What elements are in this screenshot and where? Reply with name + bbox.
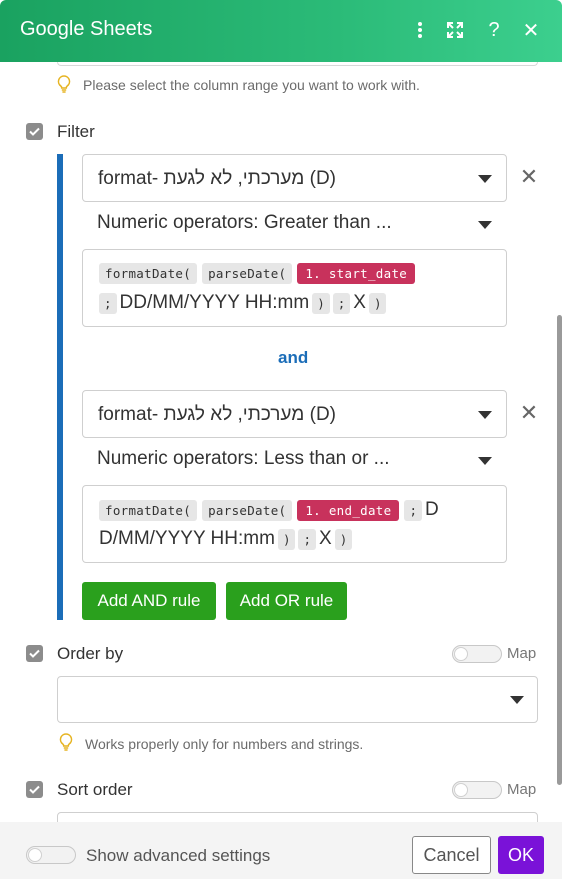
chevron-down-icon bbox=[478, 411, 492, 419]
modal-header: Google Sheets ? ✕ bbox=[0, 0, 562, 62]
modal-content: Please select the column range you want … bbox=[0, 62, 562, 822]
paren-pill[interactable]: ) bbox=[334, 528, 353, 550]
modal-footer: Show advanced settings Cancel OK bbox=[0, 822, 562, 879]
format-text: X bbox=[353, 292, 366, 313]
chevron-down-icon bbox=[510, 696, 524, 704]
order-by-select[interactable] bbox=[57, 676, 538, 723]
variable-token[interactable]: 1. end_date bbox=[297, 499, 400, 521]
cancel-button[interactable]: Cancel bbox=[412, 836, 491, 874]
order-by-map-label: Map bbox=[507, 645, 537, 662]
variable-token[interactable]: 1. start_date bbox=[297, 263, 416, 284]
rule1-column-value: format- מערכתי, לא לגעת (D) bbox=[98, 168, 337, 189]
order-by-collapse-checkbox[interactable] bbox=[26, 645, 43, 662]
toggle-knob bbox=[28, 848, 42, 862]
filter-label: Filter bbox=[57, 122, 95, 141]
ok-button[interactable]: OK bbox=[498, 836, 544, 874]
more-vertical-icon[interactable] bbox=[407, 16, 433, 44]
toggle-knob bbox=[454, 783, 468, 797]
order-by-map-toggle[interactable] bbox=[452, 645, 502, 663]
paren-pill[interactable]: ) bbox=[312, 292, 330, 314]
lightbulb-icon bbox=[59, 733, 73, 751]
format-text: D bbox=[424, 499, 439, 520]
filter-collapse-checkbox[interactable] bbox=[26, 123, 43, 140]
rule2-expr-line2: D/MM/YYYY HH:mm ) ; X ) bbox=[99, 528, 355, 550]
expand-icon[interactable] bbox=[442, 16, 468, 44]
modal-title: Google Sheets bbox=[20, 18, 153, 40]
column-range-select[interactable] bbox=[57, 62, 538, 66]
paren-pill[interactable]: ) bbox=[368, 292, 387, 314]
rule1-remove-icon[interactable]: ✕ bbox=[519, 166, 539, 188]
function-pill[interactable]: parseDate( bbox=[202, 499, 293, 521]
format-text: X bbox=[319, 528, 332, 549]
separator-pill[interactable]: ; bbox=[298, 528, 316, 550]
separator-pill[interactable]: ; bbox=[332, 292, 351, 314]
advanced-settings-label: Show advanced settings bbox=[86, 846, 271, 865]
function-pill[interactable]: formatDate( bbox=[99, 263, 198, 284]
rule1-column-select[interactable]: format- מערכתי, לא לגעת (D) bbox=[82, 154, 507, 202]
close-icon[interactable]: ✕ bbox=[518, 16, 544, 44]
chevron-down-icon bbox=[478, 175, 492, 183]
rule1-operator-value: Numeric operators: Greater than ... bbox=[97, 212, 392, 233]
and-connector: and bbox=[278, 348, 309, 367]
sort-order-map-toggle[interactable] bbox=[452, 781, 502, 799]
add-or-rule-button[interactable]: Add OR rule bbox=[226, 582, 347, 620]
rule2-operator-select[interactable]: Numeric operators: Less than or ... bbox=[82, 445, 507, 475]
rule1-expr-line1: formatDate( parseDate( 1. start_date bbox=[99, 263, 420, 284]
function-pill[interactable]: parseDate( bbox=[202, 263, 293, 284]
sort-order-label: Sort order bbox=[57, 780, 133, 799]
rule1-operator-select[interactable]: Numeric operators: Greater than ... bbox=[82, 209, 507, 239]
rule1-value-field[interactable]: formatDate( parseDate( 1. start_date ; D… bbox=[82, 249, 507, 327]
order-by-label: Order by bbox=[57, 644, 124, 663]
format-text: D/MM/YYYY HH:mm bbox=[99, 528, 275, 549]
range-hint: Please select the column range you want … bbox=[83, 77, 420, 93]
rule1-expr-line2: ; DD/MM/YYYY HH:mm ) ; X ) bbox=[99, 292, 389, 314]
chevron-down-icon bbox=[478, 457, 492, 465]
rule2-operator-value: Numeric operators: Less than or ... bbox=[97, 448, 390, 469]
rule2-expr-line1: formatDate( parseDate( 1. end_date ; D bbox=[99, 499, 442, 521]
sort-order-select[interactable] bbox=[57, 812, 538, 822]
rule2-column-value: format- מערכתי, לא לגעת (D) bbox=[98, 404, 337, 425]
separator-pill[interactable]: ; bbox=[99, 292, 117, 314]
rule2-remove-icon[interactable]: ✕ bbox=[519, 402, 539, 424]
advanced-settings-toggle[interactable] bbox=[26, 846, 76, 864]
paren-pill[interactable]: ) bbox=[277, 528, 296, 550]
rule2-column-select[interactable]: format- מערכתי, לא לגעת (D) bbox=[82, 390, 507, 438]
format-text: DD/MM/YYYY HH:mm bbox=[119, 292, 310, 313]
separator-pill[interactable]: ; bbox=[404, 499, 422, 521]
add-and-rule-button[interactable]: Add AND rule bbox=[82, 582, 216, 620]
lightbulb-icon bbox=[57, 75, 71, 93]
order-by-hint: Works properly only for numbers and stri… bbox=[85, 736, 364, 752]
chevron-down-icon bbox=[478, 221, 492, 229]
filter-group-bar bbox=[57, 154, 63, 620]
rule2-value-field[interactable]: formatDate( parseDate( 1. end_date ; D D… bbox=[82, 485, 507, 563]
function-pill[interactable]: formatDate( bbox=[99, 499, 198, 521]
toggle-knob bbox=[454, 647, 468, 661]
help-icon[interactable]: ? bbox=[481, 16, 507, 44]
sort-order-collapse-checkbox[interactable] bbox=[26, 781, 43, 798]
scrollbar[interactable] bbox=[557, 315, 562, 785]
sort-order-map-label: Map bbox=[507, 781, 537, 798]
